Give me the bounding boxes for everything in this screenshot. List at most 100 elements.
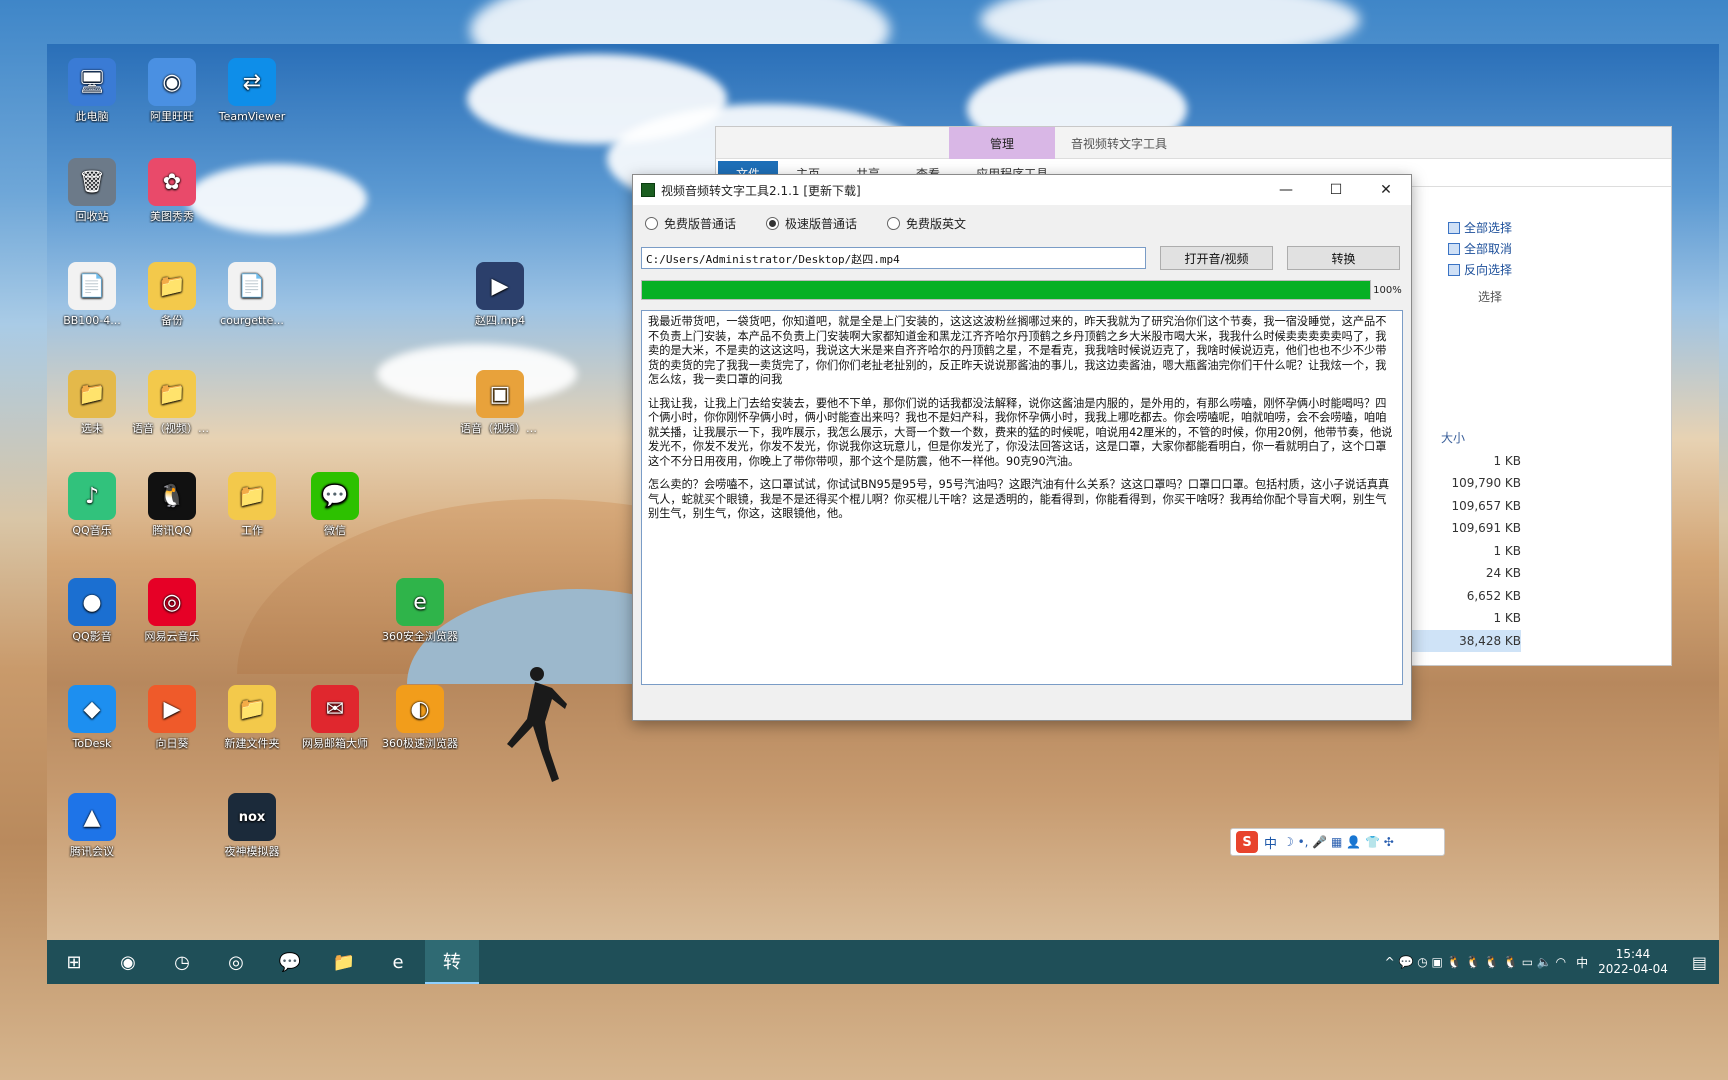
ime-tools-icons[interactable]: ☽ •, 🎤 ▦ 👤 👕 ✣ bbox=[1283, 835, 1394, 849]
input-language-indicator[interactable]: 中 bbox=[1576, 954, 1588, 971]
tray-icons[interactable]: ^ 💬 ◷ ▣ 🐧 🐧 🐧 🐧 ▭ 🔈 ◠ bbox=[1385, 955, 1566, 969]
desktop-icon[interactable]: 📁 备份 bbox=[132, 262, 212, 327]
desktop-icon-label: 赵四.mp4 bbox=[474, 314, 526, 327]
app-icon: 📁 bbox=[228, 685, 276, 733]
desktop-icon-label: 网易邮箱大师 bbox=[302, 737, 368, 750]
taskbar-start-icon[interactable]: ⊞ bbox=[47, 940, 101, 984]
invert-selection-button[interactable]: 反向选择 bbox=[1448, 261, 1608, 278]
desktop-icon[interactable]: 📄 courgette... bbox=[212, 262, 292, 327]
desktop-icon-label: 选未 bbox=[81, 422, 103, 435]
desktop-icon[interactable]: ◉ 阿里旺旺 bbox=[132, 58, 212, 123]
desktop-icon-label: QQ影音 bbox=[72, 630, 112, 643]
taskbar-file-explorer-icon[interactable]: 📁 bbox=[317, 940, 371, 984]
taskbar-clock-app-icon[interactable]: ◷ bbox=[155, 940, 209, 984]
app-icon: 📁 bbox=[148, 262, 196, 310]
desktop-icon-label: 语音（视频）转文字软件... bbox=[460, 422, 540, 435]
desktop-icon-label: 微信 bbox=[324, 524, 346, 537]
taskbar-transcribe-tool-icon[interactable]: 转 bbox=[425, 940, 479, 984]
file-size-cell: 24 KB bbox=[1485, 566, 1521, 580]
ime-toolbar[interactable]: S 中 ☽ •, 🎤 ▦ 👤 👕 ✣ bbox=[1230, 828, 1445, 856]
desktop-icon[interactable]: 📄 BB100-4... bbox=[52, 262, 132, 327]
desktop-icon[interactable]: ▶ 赵四.mp4 bbox=[460, 262, 540, 327]
desktop-icon[interactable]: ♪ QQ音乐 bbox=[52, 472, 132, 537]
desktop-icon[interactable]: ◆ ToDesk bbox=[52, 685, 132, 750]
app-icon bbox=[641, 183, 655, 197]
invert-selection-label: 反向选择 bbox=[1464, 263, 1513, 277]
grid-icon bbox=[1448, 221, 1460, 234]
file-path-input[interactable]: C:/Users/Administrator/Desktop/赵四.mp4 bbox=[641, 247, 1146, 269]
ime-mode-toggle[interactable]: 中 bbox=[1264, 833, 1277, 852]
system-tray: ^ 💬 ◷ ▣ 🐧 🐧 🐧 🐧 ▭ 🔈 ◠ 中 15:44 2022-04-04… bbox=[1385, 940, 1707, 984]
window-title: 视频音频转文字工具2.1.1 [更新下载] bbox=[661, 183, 861, 198]
desktop-icon[interactable]: ✉ 网易邮箱大师 bbox=[295, 685, 375, 750]
desktop-icon-label: 美图秀秀 bbox=[150, 210, 194, 223]
app-icon: 🐧 bbox=[148, 472, 196, 520]
clock[interactable]: 15:44 2022-04-04 bbox=[1598, 947, 1668, 977]
minimize-button[interactable]: — bbox=[1261, 175, 1311, 205]
mode-radio-group: 免费版普通话 极速版普通话 免费版英文 bbox=[633, 205, 1411, 242]
convert-button[interactable]: 转换 bbox=[1287, 246, 1400, 270]
file-size-cell: 38,428 KB bbox=[1401, 629, 1521, 652]
maximize-button[interactable]: ☐ bbox=[1311, 175, 1361, 205]
select-none-button[interactable]: 全部取消 bbox=[1448, 240, 1608, 257]
taskbar-360-browser-icon[interactable]: e bbox=[371, 940, 425, 984]
desktop-icon[interactable]: e 360安全浏览器 bbox=[380, 578, 460, 643]
desktop-icon[interactable]: ● QQ影音 bbox=[52, 578, 132, 643]
size-header[interactable]: 大小 bbox=[1401, 427, 1521, 450]
transcript-textarea[interactable]: 我最近带货吧，一袋货吧，你知道吧，就是全是上门安装的，这这这波粉丝搁哪过来的，昨… bbox=[641, 310, 1403, 685]
transcript-paragraph: 让我让我，让我上门去给安装去，要他不下单，那你们说的话我都没法解释，说你这酱油是… bbox=[648, 396, 1393, 468]
desktop-icon[interactable]: 🖥 此电脑 bbox=[52, 58, 132, 123]
app-icon: ◎ bbox=[148, 578, 196, 626]
desktop-icon[interactable]: 💬 微信 bbox=[295, 472, 375, 537]
desktop-icon[interactable]: 🗑 回收站 bbox=[52, 158, 132, 223]
mode-label: 免费版普通话 bbox=[664, 217, 737, 231]
app-icon: ▣ bbox=[476, 370, 524, 418]
open-media-button[interactable]: 打开音/视频 bbox=[1160, 246, 1273, 270]
desktop-icon-label: 夜神模拟器 bbox=[224, 845, 280, 858]
desktop-icon[interactable]: ▶ 向日葵 bbox=[132, 685, 212, 750]
explorer-quick-access: 管理 音视频转文字工具 bbox=[716, 127, 1671, 159]
window-titlebar[interactable]: 视频音频转文字工具2.1.1 [更新下载] — ☐ ✕ bbox=[633, 175, 1411, 205]
transcript-paragraph: 我最近带货吧，一袋货吧，你知道吧，就是全是上门安装的，这这这波粉丝搁哪过来的，昨… bbox=[648, 315, 1387, 386]
mode-free-mandarin[interactable]: 免费版普通话 bbox=[645, 215, 736, 232]
desktop-icon[interactable]: 📁 新建文件夹 bbox=[212, 685, 292, 750]
taskbar-wechat-icon[interactable]: 💬 bbox=[263, 940, 317, 984]
desktop-icon[interactable]: 🐧 腾讯QQ bbox=[132, 472, 212, 537]
desktop-icon-label: 工作 bbox=[241, 524, 263, 537]
file-size-cell: 6,652 KB bbox=[1466, 588, 1521, 603]
mode-free-english[interactable]: 免费版英文 bbox=[887, 215, 966, 232]
desktop-icon[interactable]: ✿ 美图秀秀 bbox=[132, 158, 212, 223]
desktop-icon[interactable]: 📁 选未 bbox=[52, 370, 132, 435]
mode-fast-mandarin[interactable]: 极速版普通话 bbox=[766, 215, 857, 232]
grid-icon bbox=[1448, 242, 1460, 255]
desktop-icon[interactable]: ⇄ TeamViewer bbox=[212, 58, 292, 123]
select-all-button[interactable]: 全部选择 bbox=[1448, 219, 1608, 236]
radio-icon bbox=[645, 217, 658, 230]
desktop-icon-label: 向日葵 bbox=[155, 737, 189, 750]
desktop-icon[interactable]: 📁 工作 bbox=[212, 472, 292, 537]
app-icon: ▲ bbox=[68, 793, 116, 841]
desktop-icon-label: 新建文件夹 bbox=[224, 737, 280, 750]
close-button[interactable]: ✕ bbox=[1361, 175, 1411, 205]
tab-manage[interactable]: 管理 bbox=[949, 127, 1055, 159]
app-icon: 📁 bbox=[228, 472, 276, 520]
app-icon: 📁 bbox=[68, 370, 116, 418]
desktop-icon[interactable]: 📁 语音（视频）转文字软件 bbox=[132, 370, 212, 435]
file-size-cell: 1 KB bbox=[1493, 543, 1521, 558]
desktop-icon-label: 回收站 bbox=[75, 210, 109, 223]
progress-row: 100% bbox=[633, 274, 1411, 300]
select-all-label: 全部选择 bbox=[1464, 221, 1513, 235]
taskbar-browser-icon[interactable]: ◉ bbox=[101, 940, 155, 984]
taskbar-recorder-icon[interactable]: ◎ bbox=[209, 940, 263, 984]
desktop-icon[interactable]: ▲ 腾讯会议 bbox=[52, 793, 132, 858]
desktop-icon[interactable]: ▣ 语音（视频）转文字软件... bbox=[460, 370, 540, 435]
sogou-icon[interactable]: S bbox=[1236, 831, 1258, 853]
select-group-label: 选择 bbox=[1478, 290, 1503, 304]
desktop-icon[interactable]: nox 夜神模拟器 bbox=[212, 793, 292, 858]
desktop-icon-label: 腾讯QQ bbox=[152, 524, 192, 537]
app-icon: ◆ bbox=[68, 685, 116, 733]
desktop-icon[interactable]: ◎ 网易云音乐 bbox=[132, 578, 212, 643]
notification-icon[interactable]: ▤ bbox=[1692, 953, 1707, 972]
app-icon: ◉ bbox=[148, 58, 196, 106]
desktop-icon[interactable]: ◐ 360极速浏览器 bbox=[380, 685, 460, 750]
